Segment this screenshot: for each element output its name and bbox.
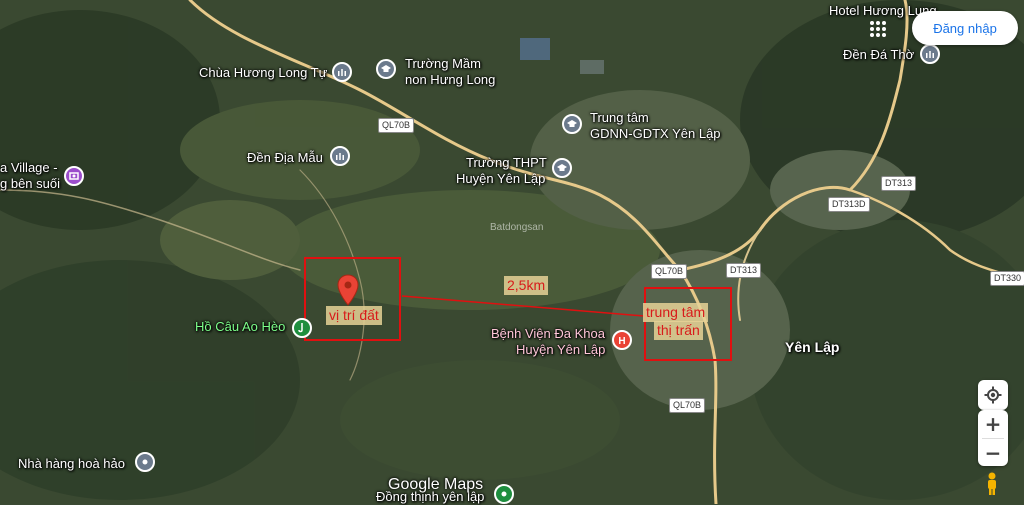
login-button[interactable]: Đăng nhập	[912, 11, 1018, 45]
zoom-out-button[interactable]: −	[978, 439, 1008, 466]
zoom-in-button[interactable]: +	[978, 410, 1008, 438]
fishing-icon[interactable]	[292, 318, 312, 338]
place-trung-tam-2[interactable]: GDNN-GDTX Yên Lập	[590, 126, 721, 142]
annotation-town-center-2: thị trấn	[654, 321, 703, 340]
annotation-distance: 2,5km	[504, 276, 549, 295]
school-icon[interactable]	[376, 59, 396, 79]
location-pin-icon[interactable]	[337, 274, 359, 306]
place-benh-vien-2[interactable]: Huyện Yên Lập	[516, 342, 605, 358]
place-den-da-tho[interactable]: Đền Đá Thờ	[843, 47, 914, 63]
flower-icon[interactable]	[494, 484, 514, 504]
google-maps-attribution: Google Maps	[388, 476, 484, 493]
temple-icon[interactable]	[332, 62, 352, 82]
place-yen-lap[interactable]: Yên Lập	[785, 339, 839, 355]
annotation-town-center-1: trung tâm	[643, 303, 709, 322]
satellite-map[interactable]	[0, 0, 1024, 504]
place-truong-thpt-2[interactable]: Huyện Yên Lập	[456, 171, 545, 187]
watermark: Batdongsan	[490, 222, 544, 233]
my-location-button[interactable]	[978, 380, 1008, 410]
road-shield-ql70b: QL70B	[651, 264, 688, 279]
restaurant-icon[interactable]	[135, 452, 155, 472]
school-icon[interactable]	[562, 114, 582, 134]
place-truong-thpt-1[interactable]: Trường THPT	[466, 155, 547, 171]
place-benh-vien-1[interactable]: Bệnh Viện Đa Khoa	[491, 326, 605, 342]
road-shield-dt313: DT313	[726, 263, 762, 278]
road-shield-ql70b: QL70B	[378, 118, 415, 133]
road-shield-dt313d: DT313D	[828, 197, 870, 212]
zoom-controls: + −	[978, 410, 1008, 466]
place-truong-mam-non-1[interactable]: Trường Mầm	[405, 56, 481, 72]
place-trung-tam-1[interactable]: Trung tâm	[590, 110, 649, 126]
my-location-icon	[984, 386, 1002, 404]
road-shield-ql70b: QL70B	[669, 398, 706, 413]
pegman-icon[interactable]	[984, 472, 1000, 496]
road-shield-dt313: DT313	[881, 176, 917, 191]
temple-icon[interactable]	[330, 146, 350, 166]
temple-icon[interactable]	[920, 44, 940, 64]
apps-grid-icon[interactable]	[868, 19, 888, 39]
place-village-2[interactable]: g bên suối	[0, 176, 60, 192]
place-truong-mam-non-2[interactable]: non Hưng Long	[405, 72, 495, 88]
svg-text:H: H	[618, 336, 625, 346]
place-chua-huong-long-tu[interactable]: Chùa Hương Long Tự	[199, 65, 327, 81]
school-icon[interactable]	[552, 158, 572, 178]
place-ho-cau-ao-heo[interactable]: Hồ Câu Ao Hèo	[195, 319, 285, 335]
place-den-dia-mau[interactable]: Đền Địa Mẫu	[247, 150, 323, 166]
place-nha-hang[interactable]: Nhà hàng hoà hảo	[18, 456, 125, 472]
hospital-icon[interactable]: H	[612, 330, 632, 350]
village-icon[interactable]	[64, 166, 84, 186]
place-village-1[interactable]: a Village -	[0, 160, 58, 176]
road-shield-dt330: DT330	[990, 271, 1024, 286]
annotation-land-location: vị trí đất	[326, 306, 382, 325]
